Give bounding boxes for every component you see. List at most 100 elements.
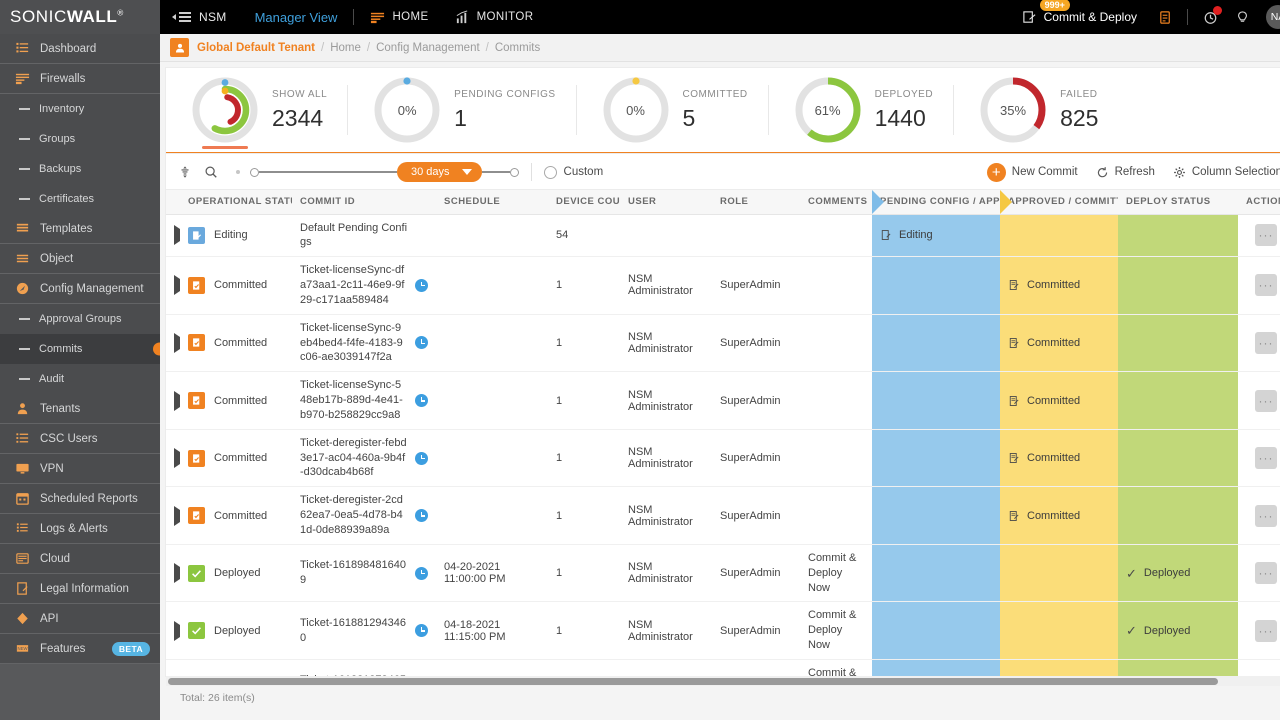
new-commit-button[interactable]: + New Commit	[986, 162, 1078, 182]
row-actions-button[interactable]: ···	[1255, 619, 1277, 642]
chevron-right-icon[interactable]	[174, 620, 180, 641]
clipboard-icon[interactable]	[1155, 7, 1175, 27]
breadcrumb-item-home[interactable]: Home	[330, 42, 361, 54]
chevron-right-icon[interactable]	[174, 390, 180, 411]
table-row[interactable]: Committed Ticket-licenseSync-dfa73aa1-2c1…	[166, 256, 1280, 315]
chevron-right-icon[interactable]	[174, 448, 180, 469]
refresh-button[interactable]: Refresh	[1096, 166, 1155, 179]
table-header-user[interactable]: USER	[620, 190, 712, 215]
row-actions-button[interactable]: ···	[1255, 504, 1277, 527]
sidebar-item-api[interactable]: API	[0, 604, 160, 634]
chevron-right-icon[interactable]	[174, 225, 180, 246]
table-row[interactable]: Committed Ticket-deregister-2cd62ea7-0ea5…	[166, 486, 1280, 545]
chevron-right-icon[interactable]	[174, 505, 180, 526]
table-header-pending-config-approval[interactable]: PENDING CONFIG / APPROVAL	[872, 190, 1035, 215]
row-actions-button[interactable]: ···	[1255, 389, 1277, 412]
kpi-deployed[interactable]: 61% DEPLOYED 1440	[769, 68, 953, 152]
commit-deploy-button[interactable]: Commit & Deploy	[1022, 10, 1137, 25]
chevron-right-icon[interactable]	[174, 332, 180, 353]
table-row[interactable]: Editing Default Pending Configs 54 Editing ·…	[166, 214, 1280, 258]
sidebar-item-backups[interactable]: Backups	[0, 154, 160, 184]
filter-icon[interactable]	[178, 165, 192, 179]
kpi-show-all[interactable]: SHOW ALL 2344	[166, 68, 347, 152]
collapse-icon[interactable]	[172, 10, 191, 24]
row-expander-cell[interactable]	[166, 314, 180, 373]
table-header-comments[interactable]: COMMENTS	[800, 190, 884, 215]
row-actions-button[interactable]: ···	[1255, 224, 1277, 247]
table-row[interactable]: Committed Ticket-licenseSync-9eb4bed4-f4f…	[166, 314, 1280, 373]
sidebar-item-templates[interactable]: Templates	[0, 214, 160, 244]
time-range-slider[interactable]: 30 days	[236, 162, 519, 182]
tab-home[interactable]: HOME	[370, 10, 428, 25]
row-expander-cell[interactable]	[166, 256, 180, 315]
row-actions-button[interactable]: ···	[1255, 274, 1277, 297]
table-header-role[interactable]: ROLE	[712, 190, 800, 215]
kpi-committed[interactable]: 0% COMMITTED 5	[577, 68, 768, 152]
sidebar-item-logs-alerts[interactable]: Logs & Alerts	[0, 514, 160, 544]
bulb-icon[interactable]	[1232, 7, 1252, 27]
table-header-operational-status[interactable]: OPERATIONAL STATUS	[180, 190, 304, 215]
row-expander-cell[interactable]	[166, 659, 180, 676]
row-actions-button[interactable]: ···	[1255, 447, 1277, 470]
sidebar-item-approval-groups[interactable]: Approval Groups	[0, 304, 160, 334]
row-actions-button[interactable]: ···	[1255, 331, 1277, 354]
manager-view-link[interactable]: Manager View	[255, 10, 338, 25]
sidebar-item-config-management[interactable]: Config Management	[0, 274, 160, 304]
time-range-pill[interactable]: 30 days	[397, 162, 482, 182]
table-row[interactable]: Deploy FailedTicket-161881278465904-18-2…	[166, 659, 1280, 676]
row-expander-cell[interactable]	[166, 544, 180, 603]
table-header-schedule[interactable]: SCHEDULE	[436, 190, 548, 215]
table-header-approved-committed[interactable]: APPROVED / COMMITTED	[1000, 190, 1136, 215]
slider-handle-left[interactable]	[250, 167, 259, 177]
row-expander-cell[interactable]	[166, 371, 180, 430]
scrollbar-thumb[interactable]	[168, 677, 1218, 685]
column-selection-button[interactable]: Column Selection	[1173, 166, 1280, 179]
table-row[interactable]: Committed Ticket-deregister-febd3e17-ac04…	[166, 429, 1280, 488]
kpi-failed[interactable]: 35% FAILED 825	[954, 68, 1118, 152]
notification-badge: 999+	[1039, 0, 1070, 11]
logs-icon	[14, 521, 31, 536]
row-expander-cell[interactable]	[166, 486, 180, 545]
sidebar-item-object[interactable]: Object	[0, 244, 160, 274]
sidebar-item-cloud[interactable]: Cloud	[0, 544, 160, 574]
breadcrumb-tenant[interactable]: Global Default Tenant	[197, 42, 315, 54]
tab-monitor[interactable]: MONITOR	[455, 9, 534, 25]
search-icon[interactable]	[204, 165, 218, 179]
row-actions-button[interactable]: ···	[1255, 562, 1277, 585]
kpi-pending-configs[interactable]: 0% PENDING CONFIGS 1	[348, 68, 575, 152]
table-header-device-count[interactable]: DEVICE COUNT	[548, 190, 633, 215]
column-selection-label: Column Selection	[1191, 166, 1280, 178]
sidebar-item-firewalls[interactable]: Firewalls	[0, 64, 160, 94]
row-expander-cell[interactable]	[166, 214, 180, 258]
table-row[interactable]: Deployed Ticket-1618812943460 04-18-2021 1…	[166, 601, 1280, 660]
table-header-action[interactable]: ACTION	[1238, 190, 1280, 215]
sidebar-item-dashboard[interactable]: Dashboard	[0, 34, 160, 64]
sidebar-item-inventory[interactable]: Inventory	[0, 94, 160, 124]
breadcrumb-item-commits[interactable]: Commits	[495, 42, 540, 54]
table-header-deploy-status[interactable]: DEPLOY STATUS	[1118, 190, 1238, 215]
sidebar-item-groups[interactable]: Groups	[0, 124, 160, 154]
sidebar-item-features[interactable]: NEW Features BETA	[0, 634, 160, 664]
history-icon[interactable]	[1200, 6, 1222, 27]
row-expander-cell[interactable]	[166, 601, 180, 660]
sidebar-item-vpn[interactable]: VPN	[0, 454, 160, 484]
sidebar-item-legal-information[interactable]: Legal Information	[0, 574, 160, 604]
sidebar-item-audit[interactable]: Audit	[0, 364, 160, 394]
sidebar-item-scheduled-reports[interactable]: Scheduled Reports	[0, 484, 160, 514]
slider-handle-right[interactable]	[509, 167, 519, 177]
chevron-right-icon[interactable]	[174, 275, 180, 296]
sidebar-item-csc-users[interactable]: CSC Users	[0, 424, 160, 454]
breadcrumb-item-config[interactable]: Config Management	[376, 42, 480, 54]
avatar[interactable]: NA	[1266, 5, 1280, 29]
cell-deploy-status	[1118, 314, 1238, 373]
horizontal-scrollbar[interactable]	[166, 676, 1280, 686]
sidebar-item-tenants[interactable]: Tenants	[0, 394, 160, 424]
table-row[interactable]: Committed Ticket-licenseSync-548eb17b-889…	[166, 371, 1280, 430]
sidebar-item-commits[interactable]: Commits	[0, 334, 160, 364]
table-header-commit-id[interactable]: COMMIT ID	[292, 190, 436, 215]
custom-range-radio[interactable]	[543, 165, 557, 179]
chevron-right-icon[interactable]	[174, 563, 180, 584]
row-expander-cell[interactable]	[166, 429, 180, 488]
sidebar-item-certificates[interactable]: Certificates	[0, 184, 160, 214]
table-row[interactable]: Deployed Ticket-1618984816409 04-20-2021 1…	[166, 544, 1280, 603]
